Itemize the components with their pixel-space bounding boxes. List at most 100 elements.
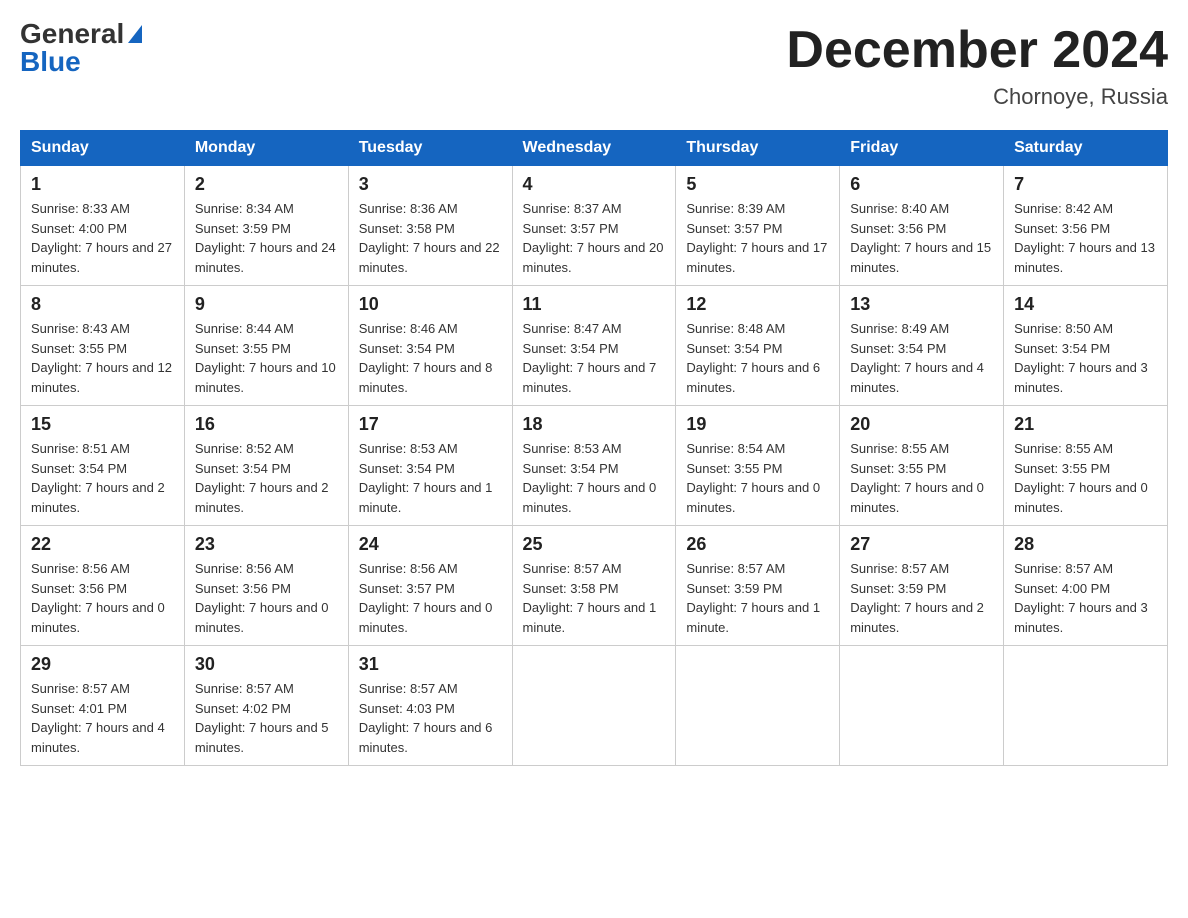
calendar-cell: 17Sunrise: 8:53 AMSunset: 3:54 PMDayligh…: [348, 406, 512, 526]
day-number: 15: [31, 414, 174, 435]
day-number: 29: [31, 654, 174, 675]
day-info: Sunrise: 8:51 AMSunset: 3:54 PMDaylight:…: [31, 439, 174, 517]
calendar-title: December 2024: [786, 20, 1168, 80]
calendar-cell: 12Sunrise: 8:48 AMSunset: 3:54 PMDayligh…: [676, 286, 840, 406]
calendar-cell: 21 Sunrise: 8:55 AMSunset: 3:55 PMDayligh…: [1004, 406, 1168, 526]
logo: General Blue: [20, 20, 142, 76]
calendar-cell: 5 Sunrise: 8:39 AMSunset: 3:57 PMDaylight…: [676, 166, 840, 286]
day-info: Sunrise: 8:54 AMSunset: 3:55 PMDaylight:…: [686, 439, 829, 517]
calendar-cell: 31 Sunrise: 8:57 AMSunset: 4:03 PMDayligh…: [348, 646, 512, 766]
col-header-saturday: Saturday: [1004, 131, 1168, 166]
calendar-cell: 19 Sunrise: 8:54 AMSunset: 3:55 PMDayligh…: [676, 406, 840, 526]
calendar-cell: [676, 646, 840, 766]
day-number: 5: [686, 174, 829, 195]
day-number: 21: [1014, 414, 1157, 435]
calendar-cell: 30Sunrise: 8:57 AMSunset: 4:02 PMDayligh…: [184, 646, 348, 766]
day-number: 8: [31, 294, 174, 315]
col-header-tuesday: Tuesday: [348, 131, 512, 166]
col-header-thursday: Thursday: [676, 131, 840, 166]
calendar-cell: 20Sunrise: 8:55 AMSunset: 3:55 PMDayligh…: [840, 406, 1004, 526]
day-number: 4: [523, 174, 666, 195]
day-info: Sunrise: 8:33 AMSunset: 4:00 PMDaylight:…: [31, 199, 174, 277]
calendar-week-row: 1 Sunrise: 8:33 AMSunset: 4:00 PMDaylight…: [21, 166, 1168, 286]
day-info: Sunrise: 8:40 AMSunset: 3:56 PMDaylight:…: [850, 199, 993, 277]
day-number: 22: [31, 534, 174, 555]
day-info: Sunrise: 8:57 AMSunset: 4:02 PMDaylight:…: [195, 679, 338, 757]
calendar-cell: 9 Sunrise: 8:44 AMSunset: 3:55 PMDaylight…: [184, 286, 348, 406]
day-info: Sunrise: 8:37 AMSunset: 3:57 PMDaylight:…: [523, 199, 666, 277]
calendar-cell: [512, 646, 676, 766]
calendar-cell: 8 Sunrise: 8:43 AMSunset: 3:55 PMDaylight…: [21, 286, 185, 406]
calendar-cell: 4 Sunrise: 8:37 AMSunset: 3:57 PMDaylight…: [512, 166, 676, 286]
day-info: Sunrise: 8:55 AMSunset: 3:55 PMDaylight:…: [850, 439, 993, 517]
calendar-cell: 29 Sunrise: 8:57 AMSunset: 4:01 PMDayligh…: [21, 646, 185, 766]
calendar-cell: 18Sunrise: 8:53 AMSunset: 3:54 PMDayligh…: [512, 406, 676, 526]
calendar-cell: 15 Sunrise: 8:51 AMSunset: 3:54 PMDayligh…: [21, 406, 185, 526]
day-info: Sunrise: 8:46 AMSunset: 3:54 PMDaylight:…: [359, 319, 502, 397]
day-number: 6: [850, 174, 993, 195]
day-number: 3: [359, 174, 502, 195]
day-info: Sunrise: 8:57 AMSunset: 3:59 PMDaylight:…: [850, 559, 993, 637]
calendar-week-row: 8 Sunrise: 8:43 AMSunset: 3:55 PMDaylight…: [21, 286, 1168, 406]
calendar-cell: 25Sunrise: 8:57 AMSunset: 3:58 PMDayligh…: [512, 526, 676, 646]
calendar-cell: 14Sunrise: 8:50 AMSunset: 3:54 PMDayligh…: [1004, 286, 1168, 406]
day-info: Sunrise: 8:56 AMSunset: 3:57 PMDaylight:…: [359, 559, 502, 637]
day-info: Sunrise: 8:34 AMSunset: 3:59 PMDaylight:…: [195, 199, 338, 277]
calendar-cell: 16 Sunrise: 8:52 AMSunset: 3:54 PMDayligh…: [184, 406, 348, 526]
day-number: 10: [359, 294, 502, 315]
day-number: 2: [195, 174, 338, 195]
logo-general-text: General: [20, 20, 124, 48]
day-info: Sunrise: 8:57 AMSunset: 4:03 PMDaylight:…: [359, 679, 502, 757]
day-info: Sunrise: 8:57 AMSunset: 3:59 PMDaylight:…: [686, 559, 829, 637]
calendar-table: SundayMondayTuesdayWednesdayThursdayFrid…: [20, 130, 1168, 766]
day-number: 19: [686, 414, 829, 435]
day-number: 1: [31, 174, 174, 195]
day-info: Sunrise: 8:55 AMSunset: 3:55 PMDaylight:…: [1014, 439, 1157, 517]
day-number: 14: [1014, 294, 1157, 315]
day-info: Sunrise: 8:56 AMSunset: 3:56 PMDaylight:…: [195, 559, 338, 637]
col-header-monday: Monday: [184, 131, 348, 166]
day-info: Sunrise: 8:36 AMSunset: 3:58 PMDaylight:…: [359, 199, 502, 277]
calendar-cell: 6 Sunrise: 8:40 AMSunset: 3:56 PMDaylight…: [840, 166, 1004, 286]
calendar-week-row: 15 Sunrise: 8:51 AMSunset: 3:54 PMDayligh…: [21, 406, 1168, 526]
calendar-cell: 26Sunrise: 8:57 AMSunset: 3:59 PMDayligh…: [676, 526, 840, 646]
day-number: 28: [1014, 534, 1157, 555]
calendar-cell: 7 Sunrise: 8:42 AMSunset: 3:56 PMDaylight…: [1004, 166, 1168, 286]
calendar-cell: 27Sunrise: 8:57 AMSunset: 3:59 PMDayligh…: [840, 526, 1004, 646]
page-header: General Blue December 2024 Chornoye, Rus…: [20, 20, 1168, 110]
day-info: Sunrise: 8:47 AMSunset: 3:54 PMDaylight:…: [523, 319, 666, 397]
col-header-friday: Friday: [840, 131, 1004, 166]
col-header-wednesday: Wednesday: [512, 131, 676, 166]
day-info: Sunrise: 8:39 AMSunset: 3:57 PMDaylight:…: [686, 199, 829, 277]
day-info: Sunrise: 8:53 AMSunset: 3:54 PMDaylight:…: [359, 439, 502, 517]
calendar-cell: [840, 646, 1004, 766]
logo-arrow-icon: [128, 25, 142, 43]
calendar-cell: 23 Sunrise: 8:56 AMSunset: 3:56 PMDayligh…: [184, 526, 348, 646]
day-info: Sunrise: 8:56 AMSunset: 3:56 PMDaylight:…: [31, 559, 174, 637]
calendar-cell: 2 Sunrise: 8:34 AMSunset: 3:59 PMDaylight…: [184, 166, 348, 286]
day-info: Sunrise: 8:52 AMSunset: 3:54 PMDaylight:…: [195, 439, 338, 517]
day-number: 9: [195, 294, 338, 315]
day-number: 31: [359, 654, 502, 675]
day-number: 25: [523, 534, 666, 555]
calendar-cell: 24 Sunrise: 8:56 AMSunset: 3:57 PMDayligh…: [348, 526, 512, 646]
col-header-sunday: Sunday: [21, 131, 185, 166]
day-number: 24: [359, 534, 502, 555]
calendar-subtitle: Chornoye, Russia: [786, 84, 1168, 110]
day-number: 23: [195, 534, 338, 555]
day-number: 11: [523, 294, 666, 315]
calendar-cell: 22 Sunrise: 8:56 AMSunset: 3:56 PMDayligh…: [21, 526, 185, 646]
day-number: 7: [1014, 174, 1157, 195]
day-info: Sunrise: 8:43 AMSunset: 3:55 PMDaylight:…: [31, 319, 174, 397]
day-info: Sunrise: 8:48 AMSunset: 3:54 PMDaylight:…: [686, 319, 829, 397]
calendar-cell: [1004, 646, 1168, 766]
logo-blue-text: Blue: [20, 48, 81, 76]
day-number: 16: [195, 414, 338, 435]
day-info: Sunrise: 8:42 AMSunset: 3:56 PMDaylight:…: [1014, 199, 1157, 277]
calendar-cell: 11 Sunrise: 8:47 AMSunset: 3:54 PMDayligh…: [512, 286, 676, 406]
calendar-cell: 1 Sunrise: 8:33 AMSunset: 4:00 PMDaylight…: [21, 166, 185, 286]
calendar-week-row: 22 Sunrise: 8:56 AMSunset: 3:56 PMDayligh…: [21, 526, 1168, 646]
day-info: Sunrise: 8:44 AMSunset: 3:55 PMDaylight:…: [195, 319, 338, 397]
day-info: Sunrise: 8:57 AMSunset: 4:01 PMDaylight:…: [31, 679, 174, 757]
day-info: Sunrise: 8:53 AMSunset: 3:54 PMDaylight:…: [523, 439, 666, 517]
